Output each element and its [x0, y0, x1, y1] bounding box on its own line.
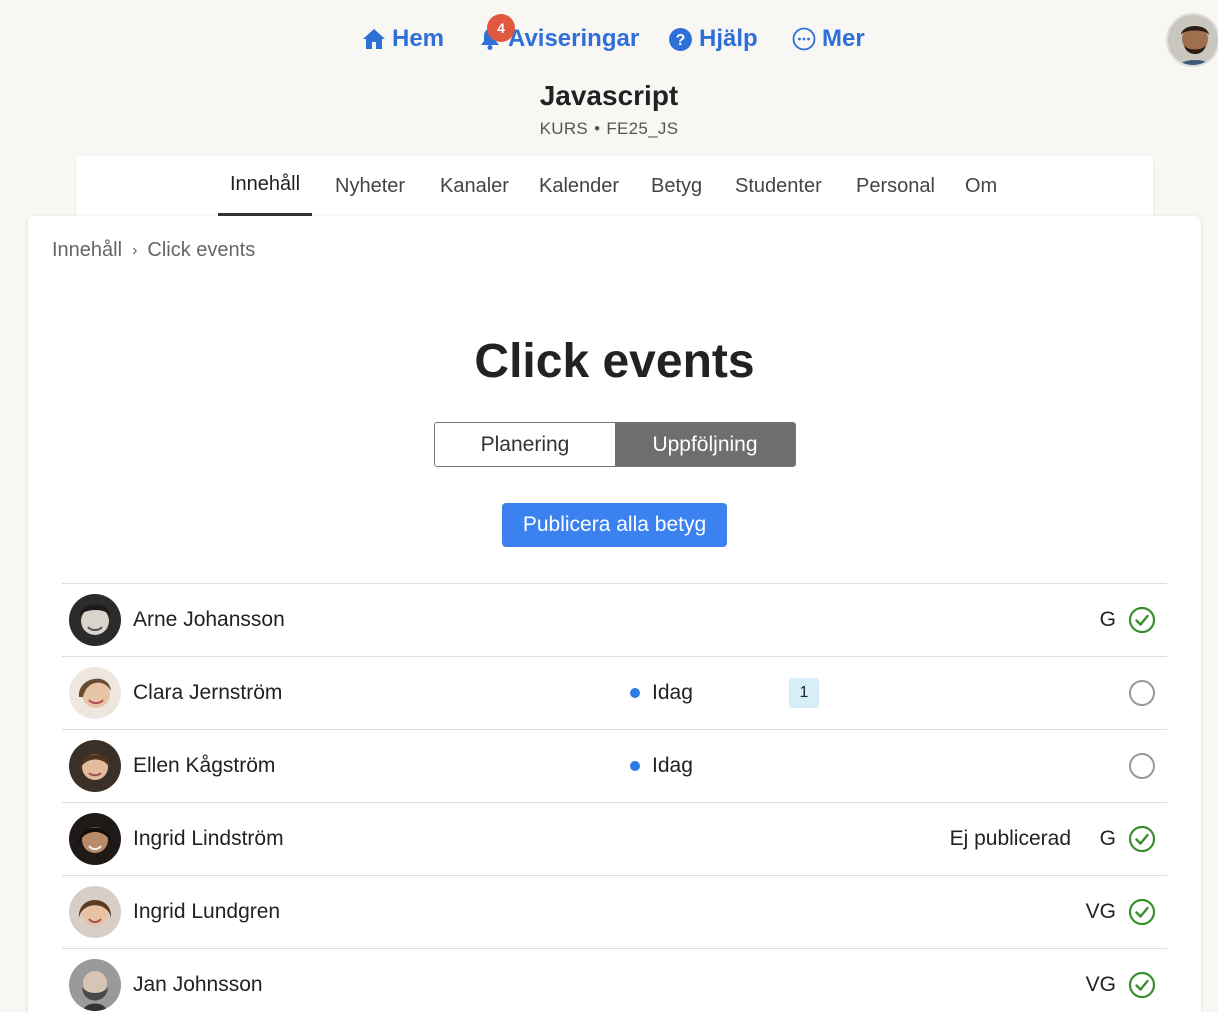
check-circle-icon [1128, 971, 1156, 999]
nav-home-label: Hem [392, 25, 445, 52]
student-row[interactable]: Jan Johnsson VG [62, 948, 1167, 1012]
avatar [69, 667, 121, 719]
course-tabs: Innehåll Nyheter Kanaler Kalender Betyg … [76, 156, 1153, 216]
avatar [69, 959, 121, 1011]
page-title: Click events [474, 335, 755, 388]
user-avatar[interactable] [1166, 13, 1218, 67]
publish-all-grades-button[interactable]: Publicera alla betyg [502, 503, 727, 547]
student-row[interactable]: Arne Johansson G [62, 583, 1167, 656]
breadcrumb: Innehåll › Click events [52, 239, 255, 262]
course-type: KURS [539, 119, 589, 138]
help-icon: ? [669, 27, 692, 51]
tab-om[interactable]: Om [953, 156, 1009, 216]
tab-kanaler[interactable]: Kanaler [428, 156, 521, 216]
notification-badge: 4 [487, 14, 515, 42]
submission-count-badge: 1 [789, 678, 819, 708]
avatar [69, 740, 121, 792]
grade: VG [1085, 900, 1116, 923]
student-row[interactable]: Ellen Kågström Idag [62, 729, 1167, 802]
view-toggle: Planering Uppföljning [434, 422, 796, 467]
empty-circle-icon [1129, 753, 1155, 779]
student-name: Clara Jernström [133, 681, 283, 704]
student-name: Arne Johansson [133, 608, 285, 631]
activity-status: Idag [630, 754, 693, 778]
tab-betyg[interactable]: Betyg [639, 156, 714, 216]
activity-status: Idag [630, 681, 693, 705]
nav-more-label: Mer [822, 25, 865, 52]
avatar [69, 813, 121, 865]
nav-notifications-label: Aviseringar [508, 25, 640, 52]
tab-innehall[interactable]: Innehåll [218, 156, 313, 216]
publish-status: Ej publicerad [949, 827, 1071, 850]
nav-more[interactable]: Mer [792, 22, 865, 56]
followup-toggle-button[interactable]: Uppföljning [615, 423, 795, 466]
nav-help-label: Hjälp [699, 25, 758, 52]
student-list: Arne Johansson G Clara Jernström Idag 1 … [62, 583, 1167, 1012]
nav-help[interactable]: ? Hjälp [668, 22, 758, 56]
tab-personal[interactable]: Personal [844, 156, 947, 216]
empty-circle-icon [1129, 680, 1155, 706]
student-name: Ellen Kågström [133, 754, 276, 777]
course-title: Javascript [539, 80, 679, 111]
grade: G [1099, 827, 1116, 850]
status-dot-icon [630, 688, 640, 698]
tab-nyheter[interactable]: Nyheter [323, 156, 417, 216]
content-card: Innehåll › Click events Click events Pla… [28, 216, 1201, 1012]
bell-icon-wrap: 4 [478, 14, 515, 51]
svg-text:?: ? [676, 32, 686, 49]
student-name: Jan Johnsson [133, 973, 263, 996]
activity-status-label: Idag [652, 754, 693, 777]
activity-status-label: Idag [652, 681, 693, 704]
check-circle-icon [1128, 606, 1156, 634]
check-circle-icon [1128, 825, 1156, 853]
planning-toggle-button[interactable]: Planering [435, 423, 615, 466]
student-row[interactable]: Ingrid Lindström Ej publicerad G [62, 802, 1167, 875]
student-name: Ingrid Lundgren [133, 900, 281, 923]
chevron-right-icon: › [132, 241, 138, 259]
avatar [69, 886, 121, 938]
check-circle-icon [1128, 898, 1156, 926]
grade: G [1099, 608, 1116, 631]
more-icon [792, 27, 816, 51]
student-row[interactable]: Clara Jernström Idag 1 [62, 656, 1167, 729]
student-row[interactable]: Ingrid Lundgren VG [62, 875, 1167, 948]
home-icon [363, 29, 385, 49]
nav-home[interactable]: Hem [362, 22, 444, 56]
grade: VG [1085, 973, 1116, 996]
tab-studenter[interactable]: Studenter [723, 156, 834, 216]
breadcrumb-root[interactable]: Innehåll [52, 239, 122, 262]
status-dot-icon [630, 761, 640, 771]
course-code: FE25_JS [606, 119, 679, 138]
top-nav: Hem 4 Aviseringar ? Hjälp Mer [0, 10, 1218, 68]
course-meta: KURS • FE25_JS [539, 119, 679, 138]
student-name: Ingrid Lindström [133, 827, 284, 850]
avatar [69, 594, 121, 646]
nav-notifications[interactable]: 4 Aviseringar [478, 14, 640, 56]
tab-kalender[interactable]: Kalender [527, 156, 631, 216]
breadcrumb-current: Click events [147, 239, 256, 261]
